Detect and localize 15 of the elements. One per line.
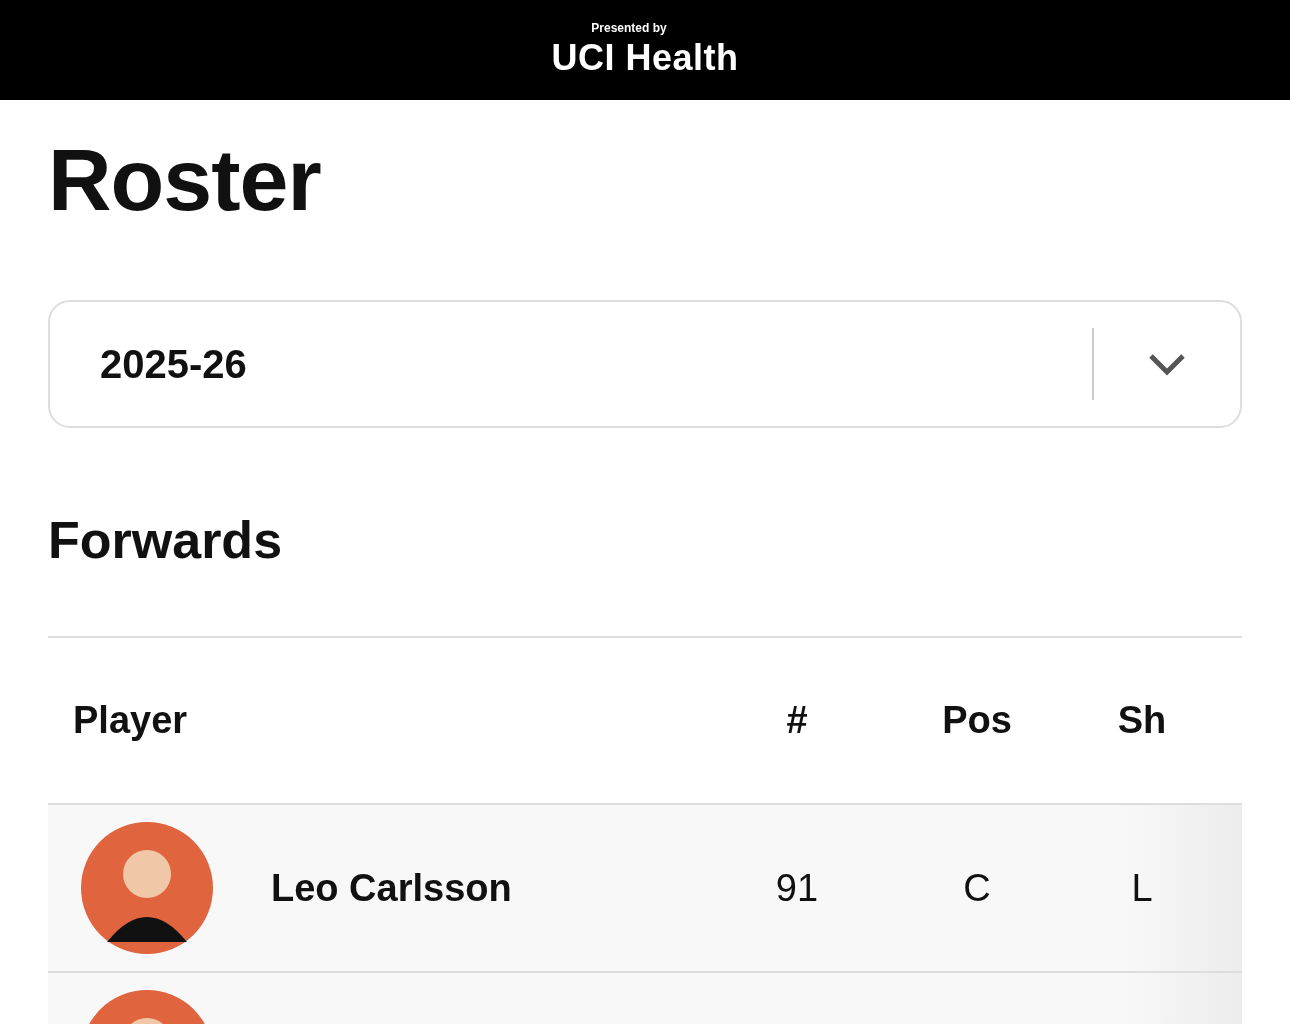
player-row[interactable]: Leo Carlsson 91 C L <box>48 805 1242 973</box>
sponsor-logo: UCI Health <box>551 37 739 79</box>
jersey-number: 91 <box>775 866 819 910</box>
season-select[interactable]: 2025-26 <box>48 300 1242 428</box>
column-header: Pos <box>942 699 1012 742</box>
column-header: Sh <box>1117 699 1167 742</box>
section-heading: Forwards <box>48 510 284 570</box>
chevron-down-icon <box>1148 352 1186 376</box>
player-name: Leo Carlsson <box>271 866 512 910</box>
shoots-cell: L <box>1131 866 1153 910</box>
position-cell: C <box>963 866 991 910</box>
column-header: Player <box>73 699 188 742</box>
presented-by-text: Presented by <box>591 21 667 35</box>
column-header: # <box>786 699 808 742</box>
page-title: Roster <box>48 130 322 230</box>
